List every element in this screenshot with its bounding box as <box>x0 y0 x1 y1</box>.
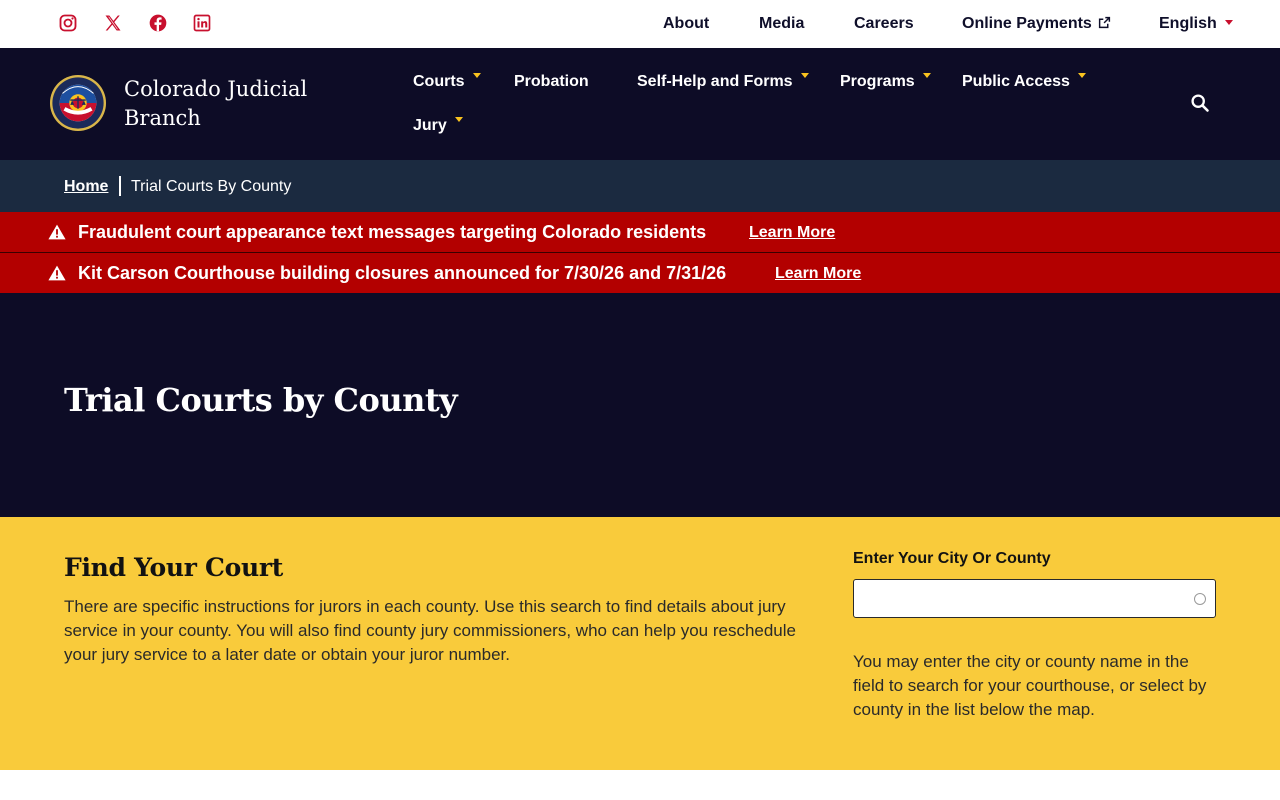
online-payments-link[interactable]: Online Payments <box>962 14 1111 34</box>
find-court-description: There are specific instructions for juro… <box>64 597 796 664</box>
instagram-icon[interactable] <box>57 12 79 34</box>
alert-learn-more-link[interactable]: Learn More <box>749 223 835 243</box>
search-help-text: You may enter the city or county name in… <box>853 652 1207 719</box>
x-twitter-icon[interactable] <box>102 12 124 34</box>
alert-learn-more-link[interactable]: Learn More <box>775 264 861 284</box>
careers-link[interactable]: Careers <box>854 14 914 34</box>
nav-probation[interactable]: Probation <box>514 72 589 92</box>
external-link-icon <box>1098 16 1111 29</box>
online-payments-label: Online Payments <box>962 15 1092 32</box>
alert-banner: Fraudulent court appearance text message… <box>0 212 1280 252</box>
nav-courts-label: Courts <box>413 73 465 90</box>
search-icon[interactable] <box>1190 93 1212 115</box>
find-court-heading: Find Your Court <box>64 553 283 582</box>
nav-public-access[interactable]: Public Access <box>962 72 1086 92</box>
alert-message: Kit Carson Courthouse building closures … <box>78 263 727 283</box>
loading-spinner-icon <box>1194 593 1206 605</box>
site-brand-name[interactable]: Colorado Judicial Branch <box>124 75 364 133</box>
chevron-down-icon <box>1224 20 1233 25</box>
warning-icon <box>48 265 66 281</box>
nav-jury-label: Jury <box>413 117 447 134</box>
chevron-down-icon <box>800 73 809 78</box>
nav-public-access-label: Public Access <box>962 73 1070 90</box>
about-link[interactable]: About <box>663 14 709 34</box>
chevron-down-icon <box>472 73 481 78</box>
media-link[interactable]: Media <box>759 14 804 34</box>
alert-message: Fraudulent court appearance text message… <box>78 222 707 242</box>
nav-programs[interactable]: Programs <box>840 72 931 92</box>
alert-banner: Kit Carson Courthouse building closures … <box>0 253 1280 293</box>
language-label: English <box>1159 15 1217 32</box>
nav-jury[interactable]: Jury <box>413 116 463 136</box>
nav-programs-label: Programs <box>840 73 915 90</box>
city-county-label: Enter Your City Or County <box>853 550 1051 567</box>
nav-self-help-label: Self-Help and Forms <box>637 73 793 90</box>
facebook-icon[interactable] <box>147 12 169 34</box>
nav-courts[interactable]: Courts <box>413 72 481 92</box>
utility-bar: About Media Careers Online Payments Engl… <box>0 0 1280 48</box>
colorado-courts-seal-icon[interactable] <box>49 74 107 132</box>
city-county-search-input[interactable] <box>862 586 1192 612</box>
linkedin-icon[interactable] <box>191 12 213 34</box>
chevron-down-icon <box>922 73 931 78</box>
chevron-down-icon <box>1077 73 1086 78</box>
warning-icon <box>48 224 66 240</box>
city-county-search-box[interactable] <box>853 579 1216 618</box>
chevron-down-icon <box>454 117 463 122</box>
nav-self-help-forms[interactable]: Self-Help and Forms <box>637 72 809 92</box>
breadcrumb-current: Trial Courts By County <box>131 178 292 195</box>
page-title: Trial Courts by County <box>64 381 458 419</box>
breadcrumb-separator <box>119 176 121 196</box>
language-selector[interactable]: English <box>1159 14 1233 34</box>
breadcrumb-home-link[interactable]: Home <box>64 177 108 197</box>
